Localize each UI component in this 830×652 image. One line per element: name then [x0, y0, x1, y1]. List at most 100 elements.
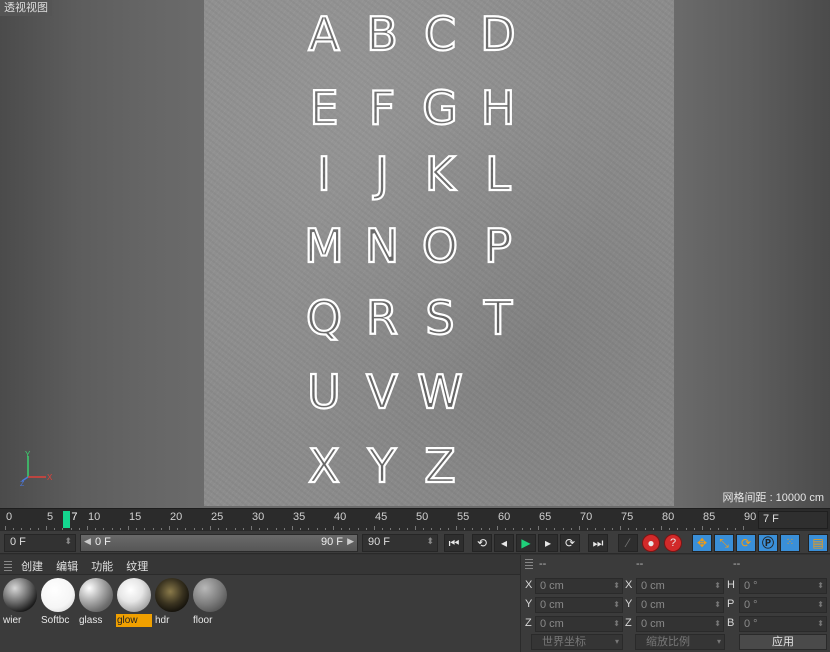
skip-start-icon: ⏮ — [448, 536, 460, 550]
stepper-icon: ⬍ — [817, 600, 824, 609]
pos-z-field[interactable]: 0 cm ⬍ — [535, 616, 623, 632]
menu-edit[interactable]: 编辑 — [56, 561, 78, 573]
rot-b-label: B — [727, 617, 735, 629]
material-softbox[interactable]: Softbc — [40, 578, 76, 626]
rot-p-value: 0 ° — [744, 599, 758, 611]
neon-letter: H — [480, 81, 517, 135]
range-right-arrow-icon[interactable]: ▶ — [347, 536, 354, 547]
scale-key-button[interactable]: ⤡ — [714, 534, 734, 552]
neon-letter: N — [364, 219, 401, 273]
tick-label: 15 — [129, 511, 142, 523]
auto-key-button[interactable]: ? — [664, 534, 682, 552]
size-z-field[interactable]: 0 cm ⬍ — [636, 616, 724, 632]
timeline-ruler[interactable]: 0 5 10 15 20 25 30 35 40 45 50 55 60 65 70 75 80 85 90 7 7 … — [0, 508, 830, 530]
rot-h-field[interactable]: 0 ° ⬍ — [739, 578, 827, 594]
perspective-viewport[interactable]: ABCDEFGHIJKLMNOPQRSTUVWXYZ 透视视图 Y X Z 网格… — [0, 0, 830, 508]
tick-label: 60 — [498, 511, 511, 523]
material-name: glass — [79, 615, 103, 626]
apply-button[interactable]: 应用 — [739, 634, 827, 650]
tick-label: 75 — [621, 511, 634, 523]
rot-b-field[interactable]: 0 ° ⬍ — [739, 616, 827, 632]
move-key-button[interactable]: ✥ — [692, 534, 712, 552]
material-preview — [41, 578, 75, 612]
menu-create[interactable]: 创建 — [21, 561, 43, 573]
rewind-key-icon: ⟲ — [476, 536, 488, 550]
size-y-value: 0 cm — [641, 599, 665, 611]
stepper-icon: ⬍ — [714, 619, 721, 628]
pos-x-field[interactable]: 0 cm ⬍ — [535, 578, 623, 594]
neon-letter: Q — [305, 291, 343, 345]
go-to-end-button[interactable]: ⏭ — [588, 534, 608, 552]
world-coordinates-dropdown[interactable]: 世界坐标 ▾ — [531, 634, 623, 650]
go-to-start-button[interactable]: ⏮ — [444, 534, 464, 552]
rotate-key-button[interactable]: ⟳ — [736, 534, 756, 552]
end-frame-field[interactable]: 90 F ⬍ — [362, 534, 438, 552]
scale-mode-dropdown[interactable]: 缩放比例 ▾ — [635, 634, 725, 650]
skip-end-icon: ⏭ — [592, 536, 604, 550]
menu-function[interactable]: 功能 — [91, 561, 113, 573]
material-preview — [79, 578, 113, 612]
stepper-icon: ⬍ — [613, 619, 620, 628]
panel-grip-icon[interactable] — [4, 561, 12, 571]
neon-letter: G — [421, 81, 459, 135]
tick-label: 65 — [539, 511, 552, 523]
record-button[interactable]: ● — [642, 534, 660, 552]
next-frame-button[interactable]: ▸ — [538, 534, 558, 552]
material-floor[interactable]: floor — [192, 578, 228, 626]
parameter-key-button[interactable]: Ⓟ — [758, 534, 778, 552]
world-coordinates-value: 世界坐标 — [542, 636, 586, 648]
previous-key-button[interactable]: ⟲ — [472, 534, 492, 552]
tick-label: 90 — [744, 511, 757, 523]
move-icon: ✥ — [696, 536, 708, 550]
neon-letter: Y — [367, 439, 397, 493]
previous-frame-button[interactable]: ◂ — [494, 534, 514, 552]
start-frame-field[interactable]: 0 F ⬍ — [4, 534, 76, 552]
next-key-button[interactable]: ⟳ — [560, 534, 580, 552]
current-frame-field[interactable]: 7 F — [758, 511, 828, 529]
neon-letter: V — [365, 365, 399, 419]
timeline-window-button[interactable]: ▤ — [808, 534, 828, 552]
point-level-button[interactable]: ⁙ — [780, 534, 800, 552]
play-button[interactable]: ▶ — [516, 534, 536, 552]
stepper-icon: ⬍ — [817, 581, 824, 590]
stepper-icon: ⬍ — [64, 536, 72, 546]
pos-z-value: 0 cm — [540, 618, 564, 630]
coordinate-manager: -- -- -- X 0 cm ⬍ X 0 cm ⬍ H 0 ° ⬍ Y 0 cm ⬍ … — [520, 555, 830, 652]
material-glow[interactable]: glow — [116, 578, 152, 627]
neon-letter: Z — [423, 439, 457, 493]
material-name: glow — [116, 614, 152, 627]
stepper-icon: ⬍ — [613, 581, 620, 590]
stepper-icon: ⬍ — [817, 619, 824, 628]
neon-letter: D — [479, 7, 517, 61]
material-glass[interactable]: glass — [78, 578, 114, 626]
size-x-field[interactable]: 0 cm ⬍ — [636, 578, 724, 594]
menu-texture[interactable]: 纹理 — [126, 561, 148, 573]
frame-ruler[interactable]: 0 5 10 15 20 25 30 35 40 45 50 55 60 65 70 75 80 85 90 7 — [4, 509, 756, 531]
material-menu-bar: 创建 编辑 功能 纹理 — [0, 555, 520, 575]
material-wier[interactable]: wier — [2, 578, 38, 626]
size-header: -- — [636, 558, 644, 570]
size-y-label: Y — [625, 598, 633, 610]
neon-letter: E — [308, 81, 339, 135]
neon-letter: I — [316, 147, 332, 201]
playhead-frame-label: 7 — [71, 511, 78, 523]
rotation-header: -- — [733, 558, 741, 570]
size-y-field[interactable]: 0 cm ⬍ — [636, 597, 724, 613]
playhead[interactable] — [63, 511, 71, 528]
range-left-arrow-icon[interactable]: ◀ — [84, 536, 91, 547]
viewport-title[interactable]: 透视视图 — [0, 0, 52, 16]
neon-letter: K — [424, 147, 456, 201]
start-frame-value: 0 F — [10, 536, 26, 548]
neon-letter: C — [423, 7, 457, 61]
rot-p-field[interactable]: 0 ° ⬍ — [739, 597, 827, 613]
tick-label: 0 — [6, 511, 13, 523]
preview-range-slider[interactable]: ◀ 0 F 90 F ▶ — [80, 534, 358, 552]
keyframe-button[interactable]: ⁄ — [618, 534, 638, 552]
pos-x-label: X — [525, 579, 533, 591]
rot-p-label: P — [727, 598, 735, 610]
neon-letter: A — [307, 7, 341, 61]
tick-label: 85 — [703, 511, 716, 523]
panel-grip-icon[interactable] — [525, 559, 533, 569]
material-hdr[interactable]: hdr — [154, 578, 190, 626]
pos-y-field[interactable]: 0 cm ⬍ — [535, 597, 623, 613]
